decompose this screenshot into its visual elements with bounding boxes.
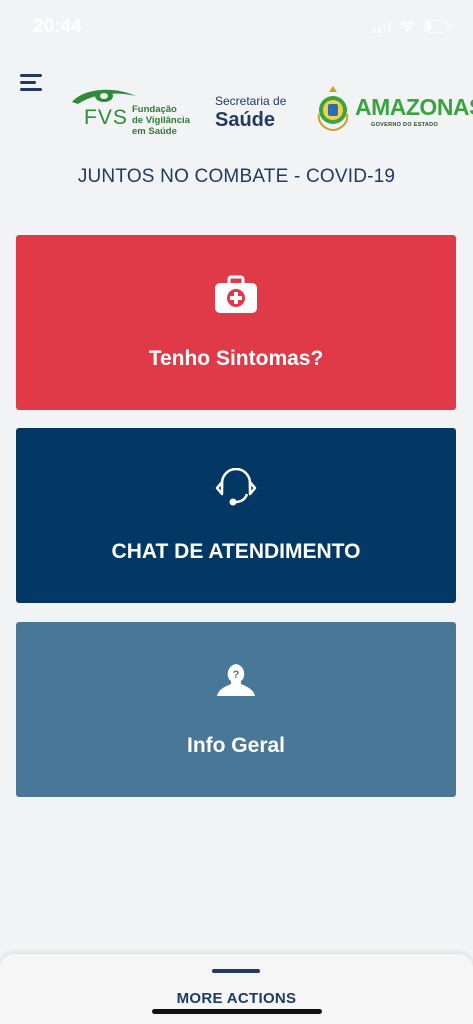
symptoms-card[interactable]: Tenho Sintomas? — [16, 235, 456, 410]
chat-card-label: CHAT DE ATENDIMENTO — [111, 540, 361, 563]
amazonas-subtitle: GOVERNO DO ESTADO — [371, 122, 439, 128]
app-screen: 20:44 FVS Fundação de Vigilância em Saúd… — [0, 0, 473, 1024]
amazonas-crest-icon — [317, 86, 349, 132]
status-bar: 20:44 — [0, 0, 473, 56]
status-time: 20:44 — [33, 16, 82, 37]
header-logos: FVS Fundação de Vigilância em Saúde Secr… — [70, 82, 473, 137]
chat-card[interactable]: CHAT DE ATENDIMENTO — [16, 428, 456, 603]
fvs-line-2: de Vigilância — [132, 115, 190, 126]
info-card-label: Info Geral — [186, 734, 286, 757]
secretaria-line-2: Saúde — [215, 109, 276, 131]
fvs-line-1: Fundação — [132, 104, 177, 115]
more-actions-label: MORE ACTIONS — [176, 990, 297, 1007]
status-icons — [373, 20, 451, 33]
page-headline: JUNTOS NO COMBATE - COVID-19 — [77, 166, 396, 187]
home-indicator[interactable] — [152, 1009, 322, 1014]
hamburger-menu-icon[interactable] — [20, 74, 44, 92]
wifi-icon — [399, 20, 416, 33]
info-card[interactable]: ? Info Geral — [16, 622, 456, 797]
signal-icon — [373, 20, 391, 33]
battery-icon — [424, 20, 451, 33]
svg-text:?: ? — [233, 669, 240, 681]
drag-handle[interactable] — [212, 969, 260, 973]
fvs-line-3: em Saúde — [132, 126, 177, 137]
fvs-logo: FVS Fundação de Vigilância em Saúde — [70, 86, 190, 137]
fvs-letters: FVS — [84, 106, 128, 129]
user-question-icon: ? — [215, 662, 257, 703]
secretaria-saude-logo: Secretaria de Saúde — [215, 94, 286, 132]
secretaria-line-1: Secretaria de — [215, 94, 287, 108]
first-aid-kit-icon — [215, 275, 257, 318]
amazonas-logo: AMAZONAS GOVERNO DO ESTADO — [315, 84, 473, 134]
fvs-name: Fundação de Vigilância em Saúde — [132, 104, 190, 137]
headset-icon — [215, 467, 257, 513]
symptoms-card-label: Tenho Sintomas? — [148, 347, 324, 370]
amazonas-name: AMAZONAS — [355, 94, 473, 120]
